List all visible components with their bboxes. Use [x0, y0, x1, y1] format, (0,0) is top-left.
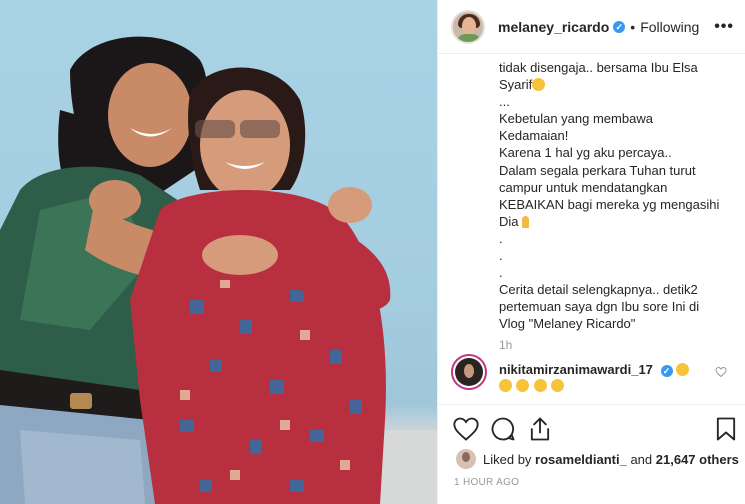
caption-line: pertemuan saya dgn Ibu sore Ini di: [499, 299, 700, 315]
post-header: melaney_ricardo ✓ • Following •••: [438, 0, 745, 54]
caption-line: Karena 1 hal yg aku percaya..: [499, 145, 672, 161]
verified-icon: ✓: [660, 365, 673, 377]
profile-avatar[interactable]: [451, 9, 485, 44]
caption-line: .: [499, 230, 503, 246]
commenter-username[interactable]: nikitamirzanimawardi_17 ✓: [499, 362, 690, 377]
laugh-emoji-icon: [516, 379, 530, 392]
caption-line: Dia: [499, 213, 735, 230]
photo-illustration: [0, 36, 437, 504]
comment-item: nikitamirzanimawardi_17 ✓: [451, 354, 741, 394]
post-caption: tidak disengaja.. bersama Ibu Elsa Syari…: [499, 59, 735, 333]
caption-line: Kedamaian!: [499, 128, 569, 144]
laugh-emoji-icon: [533, 379, 547, 392]
laugh-emoji-icon: [499, 379, 512, 392]
heart-icon[interactable]: [452, 415, 480, 443]
caption-line: ...: [499, 94, 510, 110]
caption-line: Syarif: [499, 76, 735, 93]
post-photo[interactable]: [0, 0, 437, 504]
header-separator: •: [630, 18, 636, 35]
comment-icon[interactable]: [489, 415, 517, 443]
action-bar: [438, 404, 745, 454]
caption-line: KEBAIKAN bagi mereka yg mengasihi: [499, 196, 720, 212]
likes-count[interactable]: 21,647 others: [656, 452, 739, 467]
share-icon[interactable]: [526, 415, 554, 443]
smile-emoji-icon: [532, 78, 546, 92]
caption-timestamp: 1h: [499, 338, 513, 352]
caption-line: Kebetulan yang membawa: [499, 111, 653, 127]
caption-line: .: [499, 248, 503, 264]
profile-username[interactable]: melaney_ricardo: [498, 19, 609, 35]
bookmark-icon[interactable]: [712, 415, 740, 443]
caption-line: Cerita detail selengkapnya.. detik2: [499, 282, 698, 298]
liker-username[interactable]: rosameldianti_: [535, 452, 627, 467]
liker-avatar[interactable]: [456, 449, 476, 469]
laugh-emoji-icon: [551, 379, 565, 392]
following-button[interactable]: Following: [640, 19, 699, 35]
caption-line: .: [499, 265, 503, 281]
laugh-emoji-icon: [676, 363, 690, 376]
post-time[interactable]: 1 HOUR AGO: [454, 477, 519, 488]
caption-line: tidak disengaja.. bersama Ibu Elsa: [499, 60, 698, 75]
verified-icon: ✓: [613, 20, 626, 33]
pray-emoji-icon: [519, 215, 532, 228]
caption-line: Vlog "Melaney Ricardo": [499, 316, 636, 332]
comment-like-icon[interactable]: [715, 366, 727, 378]
commenter-avatar[interactable]: [451, 354, 487, 390]
more-icon[interactable]: •••: [714, 18, 734, 36]
comment-emojis: [499, 377, 565, 395]
caption-line: campur untuk mendatangkan: [499, 179, 668, 195]
caption-line: Dalam segala perkara Tuhan turut: [499, 162, 696, 178]
post-side-panel: melaney_ricardo ✓ • Following ••• tidak …: [437, 0, 745, 504]
likes-summary: Liked by rosameldianti_ and 21,647 other…: [456, 449, 739, 469]
